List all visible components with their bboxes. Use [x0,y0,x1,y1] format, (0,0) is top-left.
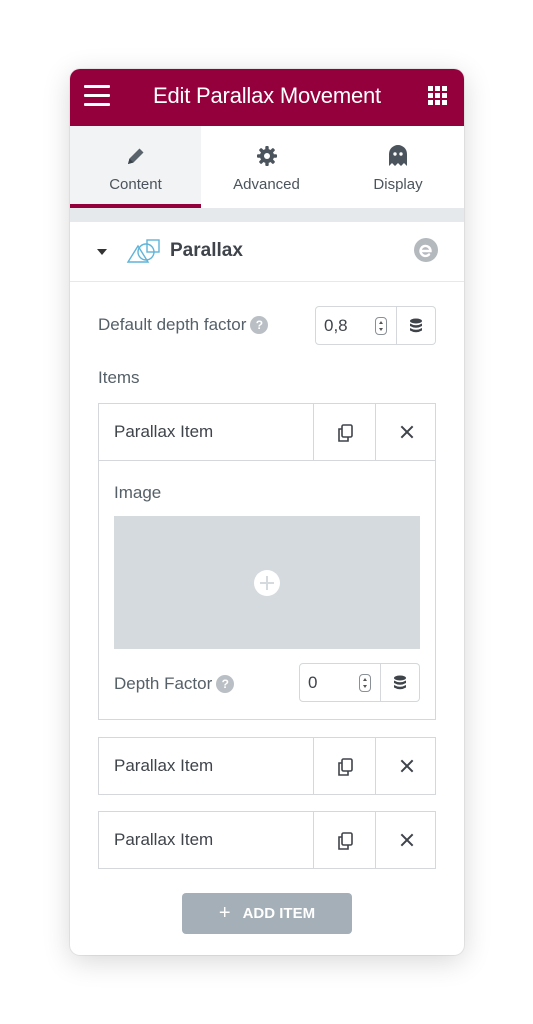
depth-factor-value: 0 [308,673,318,692]
copy-icon [338,424,353,442]
add-item-label: ADD ITEM [242,905,316,922]
caret-down-icon [97,249,107,255]
image-placeholder[interactable] [114,516,420,649]
repeater-item-header: Parallax Item [99,812,435,868]
editor-panel: Edit Parallax Movement Content Advanced … [70,69,464,955]
help-icon[interactable]: ? [216,675,235,693]
dynamic-tags-button[interactable] [397,306,436,345]
duplicate-button[interactable] [313,812,375,868]
repeater-item: Parallax Item [98,737,436,795]
pencil-icon [70,144,201,168]
tab-label: Advanced [233,176,300,193]
depth-factor-input[interactable]: 0 [299,663,381,702]
divider [70,208,464,222]
section-title: Parallax [170,240,243,261]
depth-factor-label: Depth Factor [114,674,213,693]
remove-button[interactable] [375,404,436,460]
repeater-item: Parallax Item [98,811,436,869]
repeater-item-body: Image Depth Factor? 0 [99,460,435,719]
repeater-item-title[interactable]: Parallax Item [114,830,213,850]
help-icon[interactable]: ? [250,316,269,334]
dynamic-tags-button[interactable] [381,663,420,702]
database-icon [394,675,406,689]
add-item-button[interactable]: + ADD ITEM [182,893,352,934]
image-label: Image [114,483,162,502]
tab-advanced[interactable]: Advanced [201,126,332,208]
number-stepper-icon[interactable] [359,674,371,692]
database-icon [410,318,422,332]
parallax-shapes-icon [126,236,162,271]
default-depth-input[interactable]: 0,8 [315,306,397,345]
panel-title: Edit Parallax Movement [153,83,381,108]
tab-label: Display [373,176,423,193]
default-depth-value: 0,8 [324,316,348,335]
default-depth-label: Default depth factor [98,315,247,334]
repeater-item-title[interactable]: Parallax Item [114,756,213,776]
tab-display[interactable]: Display [332,126,464,208]
widgets-grid-icon[interactable] [428,86,448,106]
panel-header: Edit Parallax Movement [70,69,464,126]
plus-icon: + [218,902,231,924]
panel-tabs: Content Advanced Display [70,126,464,208]
extension-logo-icon [414,238,438,262]
ghost-icon [332,144,464,168]
default-depth-label-row: Default depth factor? [98,315,269,335]
remove-button[interactable] [375,738,436,794]
repeater-item-header: Parallax Item [99,404,435,460]
duplicate-button[interactable] [313,738,375,794]
items-label: Items [98,368,140,387]
tab-label: Content [109,176,162,193]
remove-button[interactable] [375,812,436,868]
gear-icon [201,144,332,168]
duplicate-button[interactable] [313,404,375,460]
tab-content[interactable]: Content [70,126,201,208]
section-toggle-parallax[interactable]: Parallax [70,222,464,282]
depth-factor-label-row: Depth Factor? [114,674,235,694]
repeater-item: Parallax Item Image Depth Factor? 0 [98,403,436,720]
repeater-item-header: Parallax Item [99,738,435,794]
copy-icon [338,832,353,850]
copy-icon [338,758,353,776]
repeater-item-title[interactable]: Parallax Item [114,422,213,442]
menu-icon[interactable] [84,85,110,107]
number-stepper-icon[interactable] [375,317,387,335]
add-image-icon [254,570,280,596]
